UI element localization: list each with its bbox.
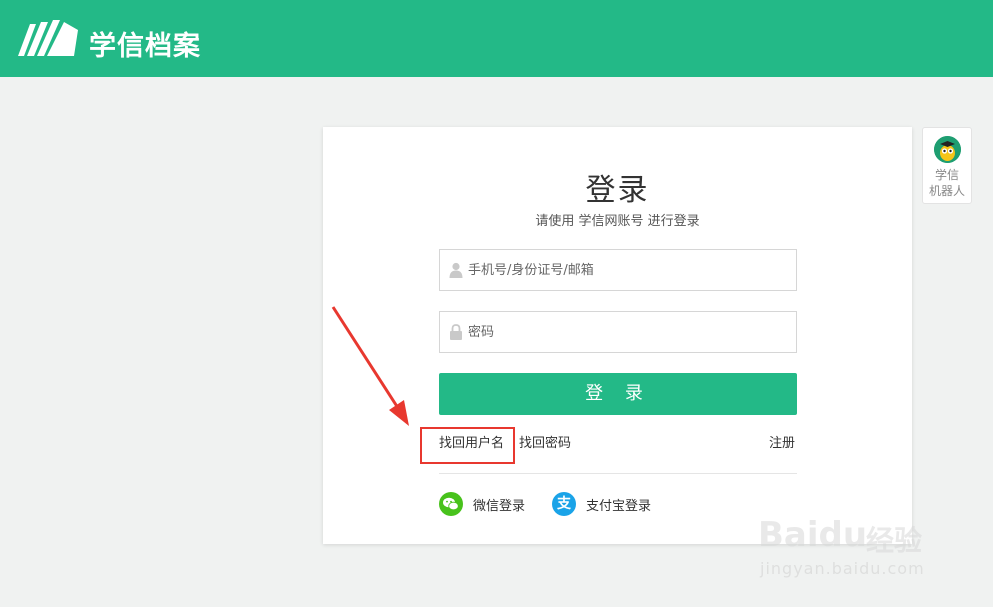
- lock-icon: [450, 324, 462, 340]
- login-card: 登录 请使用 学信网账号 进行登录 登 录 找回用户名 找回密码 注册 微信登录: [323, 127, 912, 544]
- robot-label-line2: 机器人: [928, 184, 965, 198]
- wechat-icon: [439, 492, 463, 516]
- watermark-url: jingyan.baidu.com: [760, 559, 925, 578]
- find-password-link[interactable]: 找回密码: [519, 432, 571, 451]
- robot-label-line1: 学信: [934, 168, 959, 182]
- alipay-login-button[interactable]: 支 支付宝登录: [552, 491, 651, 517]
- brand-name: 学信档案: [89, 31, 201, 62]
- password-field: [439, 311, 797, 353]
- login-button[interactable]: 登 录: [439, 373, 797, 415]
- robot-assistant-button[interactable]: 学信 机器人: [922, 127, 972, 204]
- alipay-login-label: 支付宝登录: [586, 498, 652, 514]
- wechat-login-button[interactable]: 微信登录: [439, 491, 525, 517]
- username-input[interactable]: [468, 250, 788, 290]
- register-link[interactable]: 注册: [769, 432, 795, 451]
- user-icon: [449, 262, 463, 278]
- robot-avatar-icon: [934, 136, 961, 163]
- login-title: 登录: [585, 173, 650, 208]
- logo-icon: [18, 20, 78, 56]
- top-header: 学信档案: [0, 0, 993, 77]
- username-field: [439, 249, 797, 291]
- find-username-link[interactable]: 找回用户名: [439, 432, 504, 451]
- divider: [439, 473, 797, 474]
- password-input[interactable]: [468, 312, 788, 352]
- alipay-icon: 支: [552, 492, 576, 516]
- login-subtitle: 请使用 学信网账号 进行登录: [535, 214, 700, 229]
- wechat-login-label: 微信登录: [473, 498, 526, 514]
